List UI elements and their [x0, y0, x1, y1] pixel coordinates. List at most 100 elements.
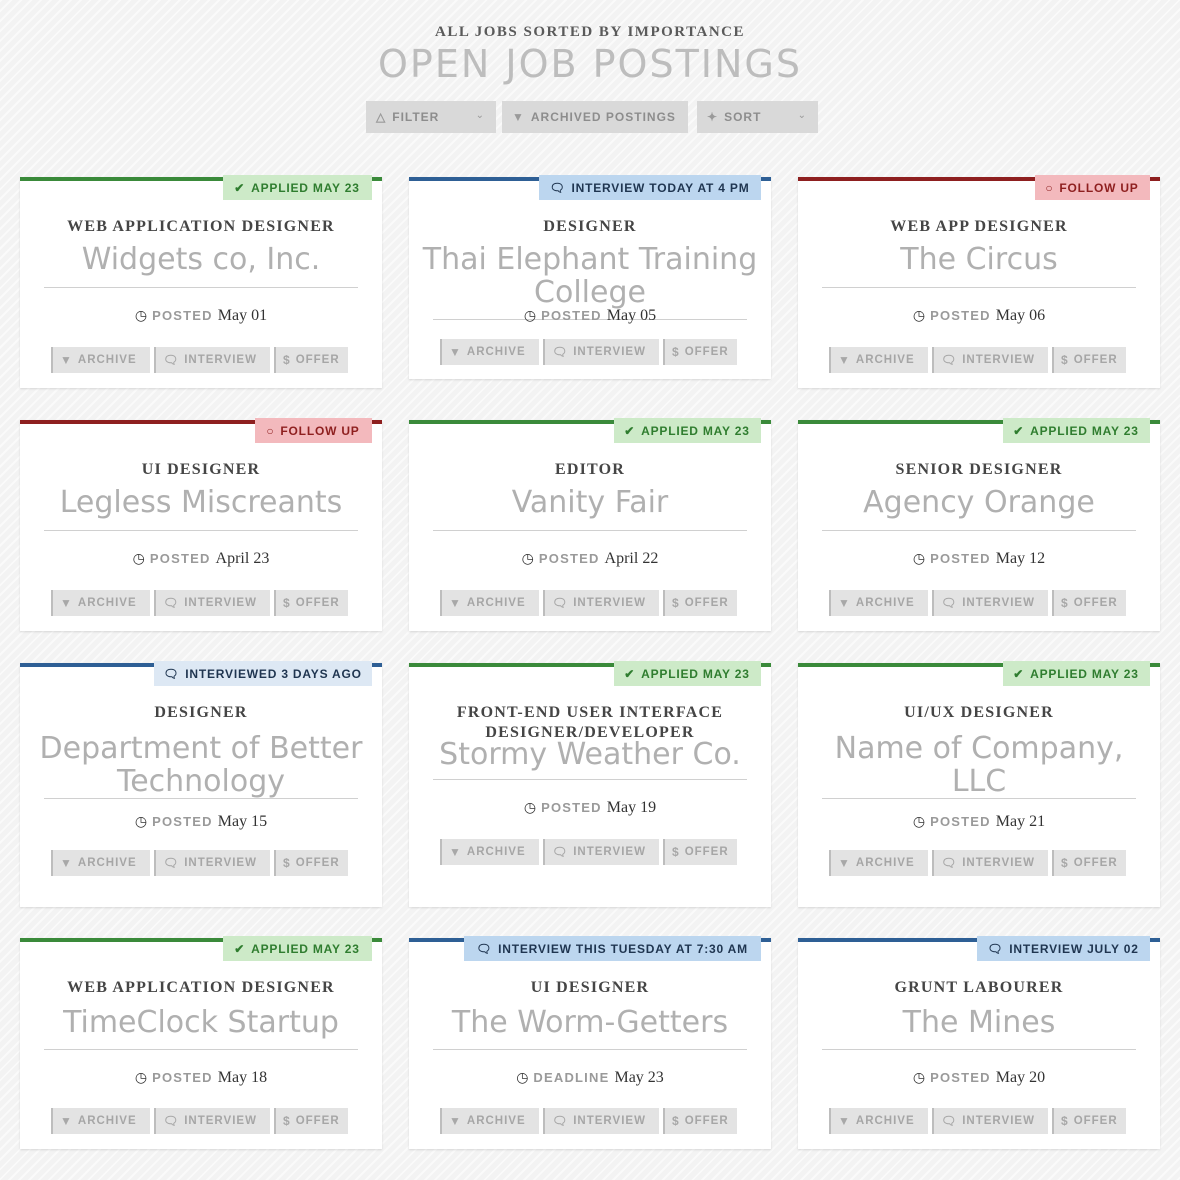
job-card[interactable]: 🗨 Interviewed 3 days ago Designer Depart…	[20, 661, 382, 907]
offer-button[interactable]: $ Offer	[663, 339, 737, 365]
offer-button[interactable]: $ Offer	[274, 1108, 348, 1134]
archive-label: Archive	[855, 1115, 915, 1127]
interview-button[interactable]: 🗨 Interview	[932, 850, 1048, 876]
status-badge: ✔ Applied May 23	[223, 936, 372, 961]
divider	[44, 287, 358, 288]
job-card[interactable]: ○ Follow up Web App Designer The Circus …	[798, 175, 1160, 388]
status-badge: 🗨 Interview today at 4 PM	[539, 175, 761, 200]
archive-button[interactable]: ▼ Archive	[440, 1108, 539, 1134]
date-value: April 22	[604, 550, 659, 567]
clock-icon: ◷	[521, 550, 534, 566]
job-card[interactable]: 🗨 Interview today at 4 PM Designer Thai …	[409, 175, 771, 379]
company-name: Legless Miscreants	[59, 485, 343, 520]
archive-button[interactable]: ▼ Archive	[829, 850, 928, 876]
job-card[interactable]: ○ Follow up UI Designer Legless Miscrean…	[20, 418, 382, 631]
company-name: Name of Company, LLC	[834, 731, 1124, 799]
interview-button[interactable]: 🗨 Interview	[543, 339, 659, 365]
offer-label: Offer	[295, 354, 340, 366]
status-badge: 🗨 Interview July 02	[977, 936, 1150, 961]
divider	[44, 530, 358, 531]
date-value: May 12	[995, 550, 1046, 567]
company-name: The Worm-Getters	[451, 1005, 729, 1040]
interview-button[interactable]: 🗨 Interview	[543, 839, 659, 865]
job-card[interactable]: ✔ Applied May 23 Editor Vanity Fair ◷ Pos…	[409, 418, 771, 631]
chat-icon: 🗨	[941, 1114, 958, 1128]
archive-button[interactable]: ▼ Archive	[440, 839, 539, 865]
offer-button[interactable]: $ Offer	[274, 850, 348, 876]
archive-button[interactable]: ▼ Archive	[51, 347, 150, 373]
archive-button[interactable]: ▼ Archive	[440, 590, 539, 616]
job-card[interactable]: ✔ Applied May 23 UI/UX Designer Name of …	[798, 661, 1160, 907]
interview-button[interactable]: 🗨 Interview	[932, 590, 1048, 616]
interview-label: Interview	[184, 1115, 257, 1127]
job-role: Designer	[154, 704, 248, 721]
interview-label: Interview	[184, 354, 257, 366]
archive-button[interactable]: ▼ Archive	[51, 1108, 150, 1134]
company-name: Widgets co, Inc.	[81, 242, 321, 277]
interview-button[interactable]: 🗨 Interview	[932, 1108, 1048, 1134]
interview-button[interactable]: 🗨 Interview	[154, 850, 270, 876]
clock-icon: ◷	[134, 1069, 148, 1085]
archive-button[interactable]: ▼ Archive	[440, 339, 539, 365]
job-card[interactable]: 🗨 Interview this Tuesday at 7:30 AM UI D…	[409, 936, 771, 1149]
thumbs-down-icon: ▼	[838, 353, 851, 367]
job-role: UI/UX Designer	[904, 704, 1054, 721]
interview-button[interactable]: 🗨 Interview	[154, 347, 270, 373]
status-badge-label: Follow up	[1059, 180, 1139, 195]
interview-button[interactable]: 🗨 Interview	[932, 347, 1048, 373]
offer-button[interactable]: $ Offer	[663, 839, 737, 865]
interview-button[interactable]: 🗨 Interview	[543, 590, 659, 616]
chat-icon: 🗨	[163, 596, 180, 610]
offer-label: Offer	[295, 1115, 340, 1127]
dollar-icon: $	[672, 345, 680, 359]
offer-button[interactable]: $ Offer	[1052, 590, 1126, 616]
offer-button[interactable]: $ Offer	[1052, 347, 1126, 373]
offer-button[interactable]: $ Offer	[274, 590, 348, 616]
status-badge: ✔ Applied May 23	[614, 418, 761, 443]
job-card[interactable]: ✔ Applied May 23 Web Application Designe…	[20, 175, 382, 388]
archive-button[interactable]: ▼ Archive	[51, 850, 150, 876]
status-badge: ✔ Applied May 23	[1003, 661, 1150, 686]
offer-label: Offer	[684, 846, 729, 858]
archive-button[interactable]: ▼ Archive	[829, 347, 928, 373]
date-label: Posted	[930, 1070, 991, 1085]
date-value: May 01	[217, 307, 268, 324]
archive-button[interactable]: ▼ Archive	[829, 1108, 928, 1134]
offer-button[interactable]: $ Offer	[663, 590, 737, 616]
filter-dropdown[interactable]: △ Filter ⌄	[366, 101, 496, 133]
card-actions: ▼ Archive 🗨 Interview $ Offer	[829, 347, 1126, 373]
thumbs-down-icon: ▼	[449, 1114, 462, 1128]
interview-button[interactable]: 🗨 Interview	[543, 1108, 659, 1134]
status-badge-label: Applied May 23	[251, 180, 360, 195]
interview-button[interactable]: 🗨 Interview	[154, 1108, 270, 1134]
chat-icon: 🗨	[552, 596, 569, 610]
offer-button[interactable]: $ Offer	[663, 1108, 737, 1134]
sort-dropdown[interactable]: ✦ Sort ⌄	[697, 101, 818, 133]
clock-icon: ◷	[516, 1069, 529, 1085]
clock-icon: ◷	[912, 307, 926, 323]
archive-button[interactable]: ▼ Archive	[829, 590, 928, 616]
interview-label: Interview	[184, 597, 257, 609]
job-card[interactable]: 🗨 Interview July 02 Grunt Labourer The M…	[798, 936, 1160, 1149]
thumbs-down-icon: ▼	[838, 856, 851, 870]
offer-button[interactable]: $ Offer	[1052, 850, 1126, 876]
offer-label: Offer	[1073, 857, 1118, 869]
interview-label: Interview	[573, 346, 646, 358]
offer-button[interactable]: $ Offer	[1052, 1108, 1126, 1134]
offer-button[interactable]: $ Offer	[274, 347, 348, 373]
job-card[interactable]: ✔ Applied May 23 Senior Designer Agency …	[798, 418, 1160, 631]
archive-button[interactable]: ▼ Archive	[51, 590, 150, 616]
date-label: Posted	[152, 814, 213, 829]
archived-postings-button[interactable]: ▼ Archived Postings	[502, 101, 688, 133]
date-label: Posted	[152, 308, 213, 323]
card-actions: ▼ Archive 🗨 Interview $ Offer	[829, 850, 1126, 876]
chat-icon: 🗨	[552, 1114, 569, 1128]
posted-date: ◷ Posted May 06	[798, 307, 1160, 325]
offer-label: Offer	[295, 597, 340, 609]
job-card[interactable]: ✔ Applied May 23 Web Application Designe…	[20, 936, 382, 1149]
divider	[822, 530, 1136, 531]
clock-icon: ◷	[134, 813, 148, 829]
job-card[interactable]: ✔ Applied May 23 Front-End User Interfac…	[409, 661, 771, 907]
interview-button[interactable]: 🗨 Interview	[154, 590, 270, 616]
job-role: Web Application Designer	[67, 218, 335, 235]
